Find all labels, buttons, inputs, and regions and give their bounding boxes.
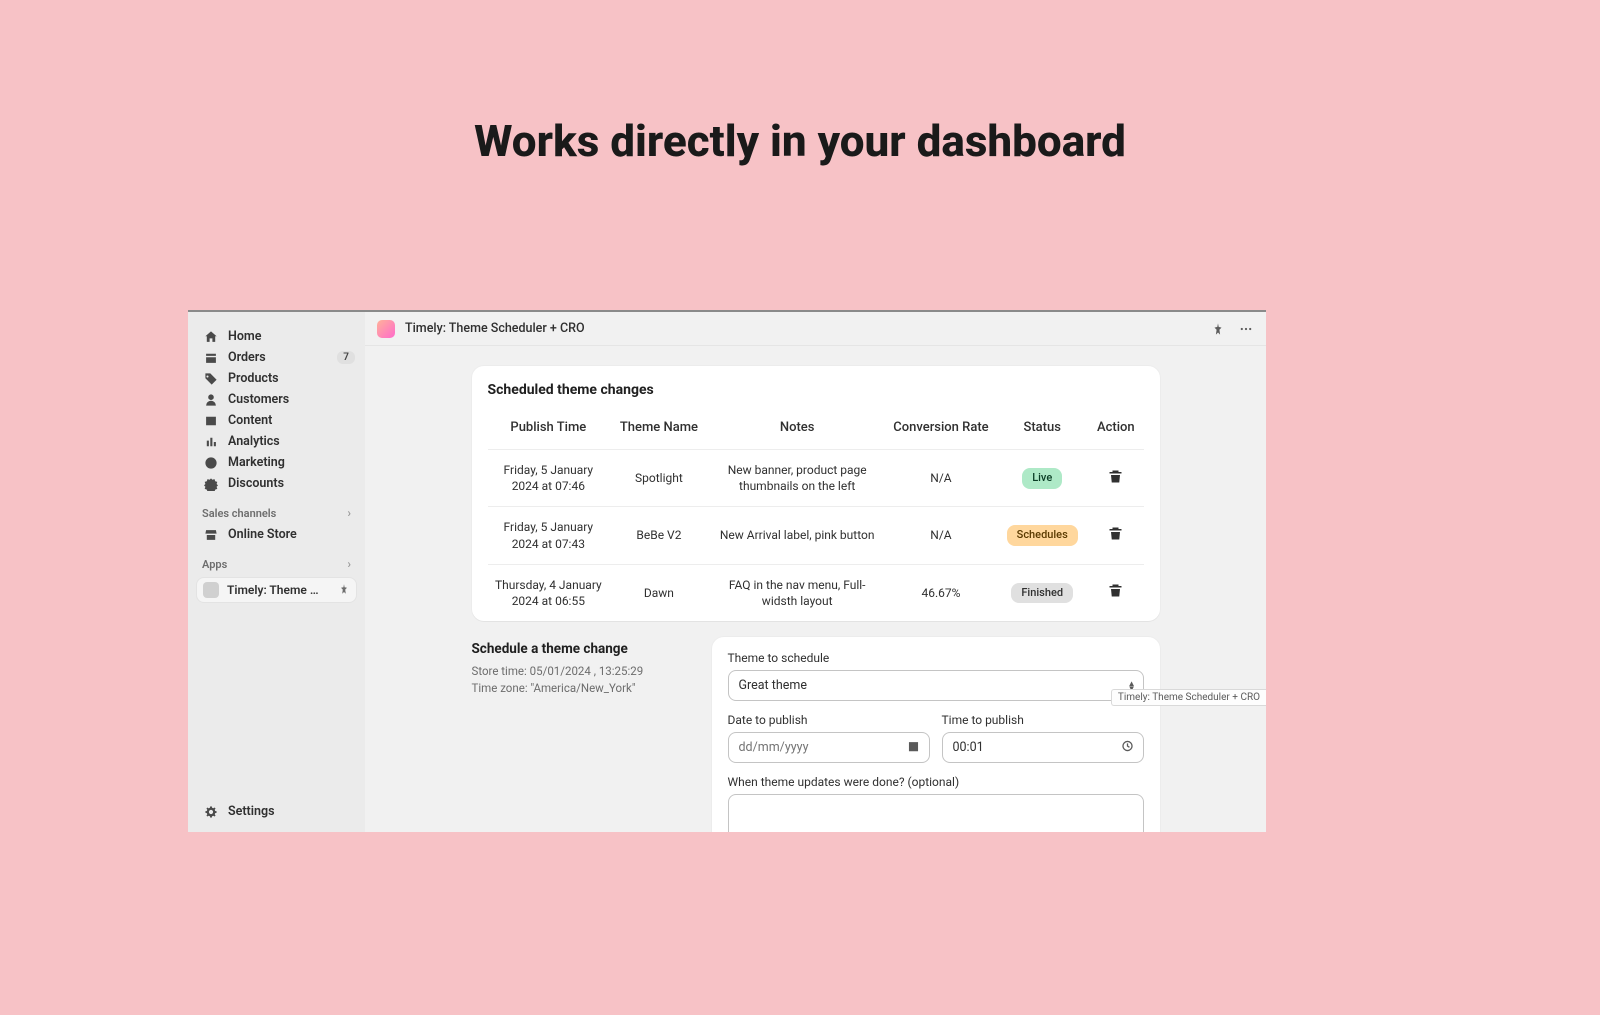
table-row: Friday, 5 January 2024 at 07:43 BeBe V2 … <box>488 507 1144 564</box>
content-icon <box>204 414 218 428</box>
pin-icon[interactable] <box>338 583 350 598</box>
col-action: Action <box>1088 410 1143 450</box>
cell-rate: 46.67% <box>886 564 997 621</box>
time-label: Time to publish <box>942 713 1144 727</box>
topbar: Timely: Theme Scheduler + CRO <box>365 312 1266 346</box>
schedule-form-card: Theme to schedule Great theme ▲▼ Date to… <box>712 637 1160 832</box>
cell-rate: N/A <box>886 450 997 507</box>
store-time-text: Store time: 05/01/2024 , 13:25:29 <box>472 663 692 680</box>
cell-time: Friday, 5 January 2024 at 07:43 <box>488 507 610 564</box>
sidebar-item-marketing[interactable]: Marketing <box>188 452 365 473</box>
analytics-icon <box>204 435 218 449</box>
date-label: Date to publish <box>728 713 930 727</box>
cell-theme: Spotlight <box>609 450 709 507</box>
delete-icon[interactable] <box>1108 530 1123 544</box>
sidebar-section-apps[interactable]: Apps › <box>188 545 365 575</box>
notes-label: When theme updates were done? (optional) <box>728 775 1144 789</box>
cell-notes: New Arrival label, pink button <box>709 507 886 564</box>
cell-notes: FAQ in the nav menu, Full-widsth layout <box>709 564 886 621</box>
sidebar-item-label: Home <box>228 329 262 344</box>
discount-icon <box>204 477 218 491</box>
topbar-title: Timely: Theme Scheduler + CRO <box>405 321 585 336</box>
app-logo-icon <box>377 320 395 338</box>
gear-icon <box>204 805 218 819</box>
col-status: Status <box>996 410 1088 450</box>
cell-notes: New banner, product page thumbnails on t… <box>709 450 886 507</box>
main-area: Timely: Theme Scheduler + CRO Scheduled … <box>365 312 1266 832</box>
target-icon <box>204 456 218 470</box>
cell-theme: Dawn <box>609 564 709 621</box>
sidebar-item-content[interactable]: Content <box>188 410 365 431</box>
chevron-right-icon: › <box>347 557 351 571</box>
cell-time: Thursday, 4 January 2024 at 06:55 <box>488 564 610 621</box>
date-input[interactable] <box>728 732 930 763</box>
time-zone-text: Time zone: "America/New_York" <box>472 680 692 697</box>
sidebar-item-label: Orders <box>228 350 266 365</box>
sidebar-item-home[interactable]: Home <box>188 326 365 347</box>
sidebar-app-timely[interactable]: Timely: Theme Sched... <box>196 577 357 603</box>
chevron-right-icon: › <box>347 506 351 520</box>
app-icon <box>203 582 219 598</box>
delete-icon[interactable] <box>1108 473 1123 487</box>
sidebar-item-online-store[interactable]: Online Store <box>188 524 365 545</box>
cell-rate: N/A <box>886 507 997 564</box>
store-icon <box>204 528 218 542</box>
home-icon <box>204 330 218 344</box>
delete-icon[interactable] <box>1108 587 1123 601</box>
table-row: Friday, 5 January 2024 at 07:46 Spotligh… <box>488 450 1144 507</box>
sidebar-item-label: Content <box>228 413 272 428</box>
tag-icon <box>204 372 218 386</box>
schedule-heading: Schedule a theme change <box>472 641 692 657</box>
sidebar-item-label: Marketing <box>228 455 285 470</box>
col-publish-time: Publish Time <box>488 410 610 450</box>
status-badge: Live <box>1022 468 1062 489</box>
col-conversion-rate: Conversion Rate <box>886 410 997 450</box>
pin-icon[interactable] <box>1210 321 1226 337</box>
table-row: Thursday, 4 January 2024 at 06:55 Dawn F… <box>488 564 1144 621</box>
sidebar-app-label: Timely: Theme Sched... <box>227 583 323 597</box>
sidebar-item-analytics[interactable]: Analytics <box>188 431 365 452</box>
theme-select-label: Theme to schedule <box>728 651 1144 665</box>
schedule-info: Schedule a theme change Store time: 05/0… <box>472 637 692 832</box>
scheduled-changes-title: Scheduled theme changes <box>472 366 1160 406</box>
more-icon[interactable] <box>1238 321 1254 337</box>
status-badge: Schedules <box>1007 525 1078 546</box>
col-theme-name: Theme Name <box>609 410 709 450</box>
sidebar-section-sales[interactable]: Sales channels › <box>188 494 365 524</box>
orders-icon <box>204 351 218 365</box>
sidebar-item-settings[interactable]: Settings <box>188 801 365 822</box>
scheduled-table: Publish Time Theme Name Notes Conversion… <box>488 410 1144 621</box>
sidebar-item-products[interactable]: Products <box>188 368 365 389</box>
app-window: Home Orders 7 Products Customers Content <box>188 310 1266 832</box>
sidebar-item-orders[interactable]: Orders 7 <box>188 347 365 368</box>
time-input[interactable] <box>942 732 1144 763</box>
scheduled-changes-card: Scheduled theme changes Publish Time The… <box>472 366 1160 621</box>
sidebar: Home Orders 7 Products Customers Content <box>188 312 365 832</box>
sidebar-item-customers[interactable]: Customers <box>188 389 365 410</box>
sidebar-item-label: Settings <box>228 804 275 819</box>
theme-select[interactable]: Great theme <box>728 670 1144 701</box>
sidebar-item-label: Discounts <box>228 476 284 491</box>
page-headline: Works directly in your dashboard <box>0 115 1600 167</box>
cell-theme: BeBe V2 <box>609 507 709 564</box>
person-icon <box>204 393 218 407</box>
sidebar-item-label: Products <box>228 371 279 386</box>
sidebar-item-label: Analytics <box>228 434 280 449</box>
orders-badge: 7 <box>337 351 355 364</box>
sidebar-section-label: Sales channels <box>202 507 276 520</box>
sidebar-item-discounts[interactable]: Discounts <box>188 473 365 494</box>
sidebar-item-label: Online Store <box>228 527 297 542</box>
content-scroll[interactable]: Scheduled theme changes Publish Time The… <box>365 346 1266 832</box>
col-notes: Notes <box>709 410 886 450</box>
cell-time: Friday, 5 January 2024 at 07:46 <box>488 450 610 507</box>
sidebar-item-label: Customers <box>228 392 289 407</box>
status-badge: Finished <box>1011 583 1073 604</box>
notes-textarea[interactable] <box>728 794 1144 832</box>
tooltip: Timely: Theme Scheduler + CRO <box>1111 689 1266 706</box>
sidebar-section-label: Apps <box>202 558 227 571</box>
